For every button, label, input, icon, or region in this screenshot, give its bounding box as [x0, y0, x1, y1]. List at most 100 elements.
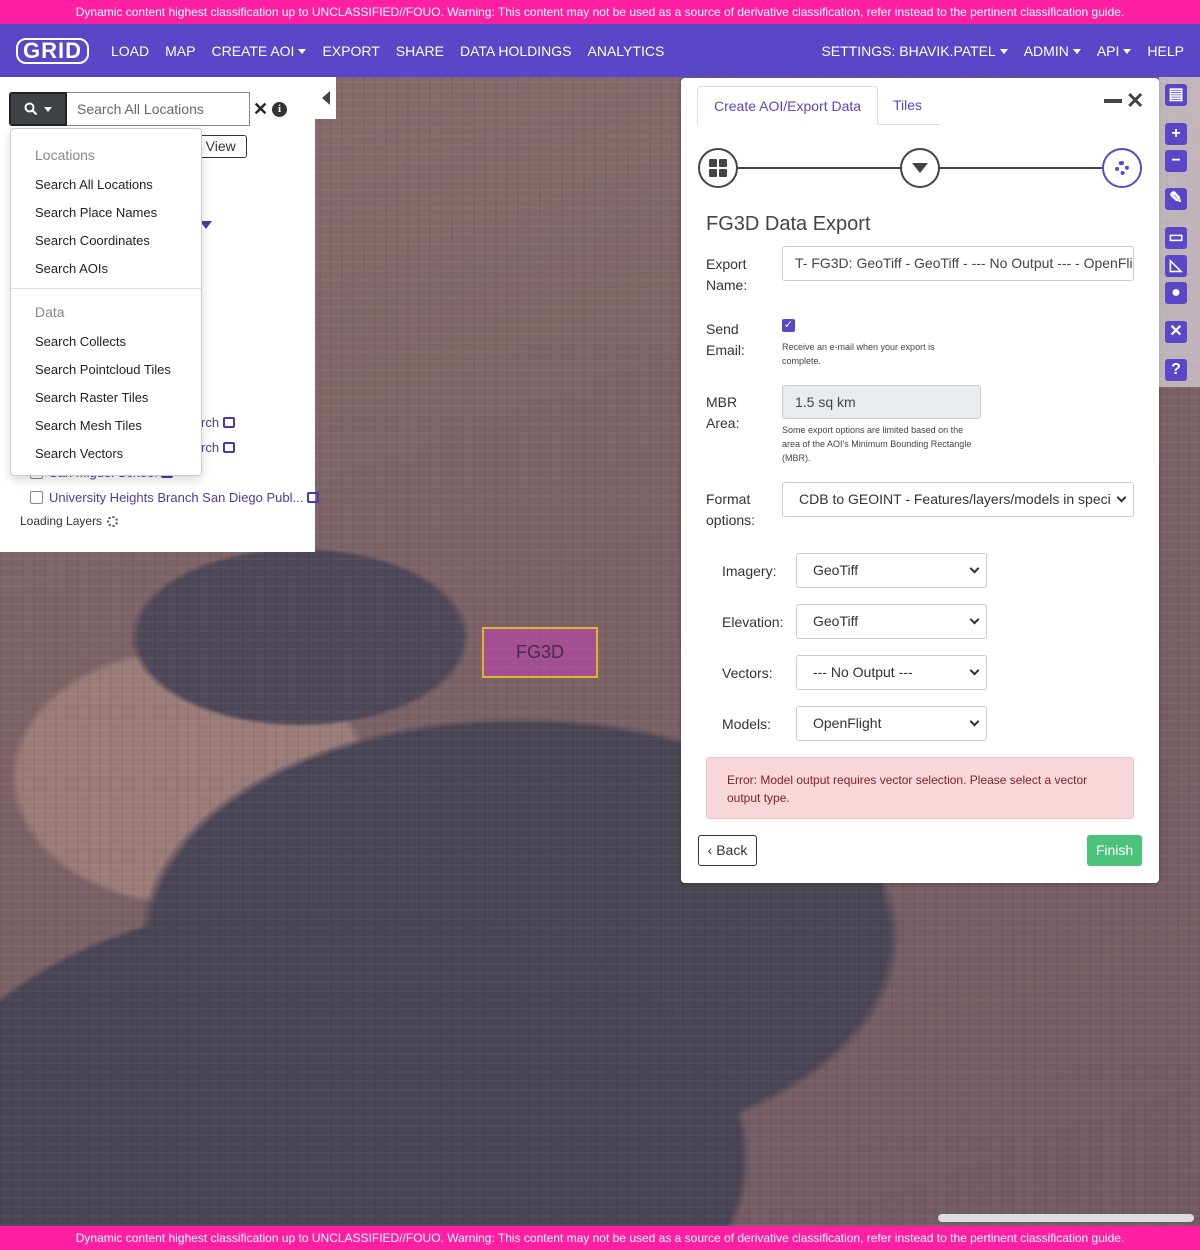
- nav-api-label: API: [1096, 42, 1120, 59]
- chevron-down-icon: [969, 614, 980, 625]
- dropdown-item[interactable]: Search Mesh Tiles: [35, 418, 142, 433]
- nav-export[interactable]: EXPORT: [322, 43, 379, 59]
- tab-tiles[interactable]: Tiles: [877, 86, 938, 125]
- layer-partial-2-label: rch: [201, 440, 220, 455]
- ruler-icon[interactable]: ▭: [1165, 227, 1187, 249]
- layer-checkbox[interactable]: [30, 491, 43, 504]
- export-name-input[interactable]: T- FG3D: GeoTiff - GeoTiff - --- No Outp…: [782, 246, 1134, 281]
- edit-icon[interactable]: ✎: [1165, 188, 1187, 210]
- dropdown-item[interactable]: Search Raster Tiles: [35, 390, 148, 405]
- horizontal-scrollbar[interactable]: [938, 1214, 1194, 1222]
- format-options-select[interactable]: CDB to GEOINT - Features/layers/models i…: [782, 482, 1134, 517]
- imagery-label: Imagery:: [722, 563, 777, 579]
- models-select[interactable]: OpenFlight: [796, 706, 987, 741]
- nav-api[interactable]: API: [1097, 43, 1132, 59]
- close-icon[interactable]: ✕: [1165, 321, 1187, 343]
- models-value: OpenFlight: [813, 715, 882, 731]
- dropdown-item[interactable]: Search AOIs: [35, 261, 108, 276]
- vectors-label: Vectors:: [722, 665, 773, 681]
- send-email-label: Send Email:: [706, 321, 745, 358]
- collapse-panel-button[interactable]: [315, 77, 336, 119]
- search-input[interactable]: [67, 92, 250, 126]
- stepper-line: [738, 167, 900, 169]
- info-icon[interactable]: i: [272, 102, 287, 117]
- filter-icon: [912, 163, 928, 173]
- layer-partial-1-label: rch: [201, 415, 220, 430]
- dropdown-item[interactable]: Search Vectors: [35, 446, 123, 461]
- dropdown-divider: [11, 288, 201, 289]
- external-link-icon: [307, 492, 320, 503]
- grid-logo[interactable]: GRID: [16, 37, 89, 64]
- layer-label: University Heights Branch San Diego Publ…: [49, 490, 304, 505]
- search-type-button[interactable]: [9, 92, 67, 126]
- finish-button[interactable]: Finish: [1087, 835, 1142, 866]
- right-toolbar: ▤ + − ✎ ▭ ◺ ● ✕ ?: [1159, 77, 1200, 387]
- chevron-down-icon: [969, 563, 980, 574]
- classification-banner-bottom: Dynamic content highest classification u…: [0, 1226, 1200, 1250]
- layer-partial-1[interactable]: rch: [201, 415, 236, 430]
- elevation-value: GeoTiff: [813, 613, 859, 629]
- dropdown-header-locations: Locations: [35, 147, 95, 163]
- back-button[interactable]: ‹ Back: [698, 835, 757, 866]
- nav-analytics[interactable]: ANALYTICS: [588, 43, 665, 59]
- nav-map[interactable]: MAP: [165, 43, 195, 59]
- nav-admin[interactable]: ADMIN: [1024, 43, 1081, 59]
- search-type-dropdown: Locations Search All Locations Search Pl…: [10, 128, 202, 476]
- location-pin-icon[interactable]: ●: [1165, 282, 1187, 304]
- nav-create-aoi-label: CREATE AOI: [211, 42, 295, 59]
- tab-create-aoi-export[interactable]: Create AOI/Export Data: [697, 86, 879, 125]
- step-filter[interactable]: [900, 148, 940, 188]
- zoom-in-icon[interactable]: +: [1165, 123, 1187, 145]
- nav-data-holdings[interactable]: DATA HOLDINGS: [460, 43, 572, 59]
- send-email-help: Receive an e-mail when your export is co…: [782, 342, 935, 366]
- elevation-select[interactable]: GeoTiff: [796, 604, 987, 639]
- triangle-left-icon: [321, 91, 330, 105]
- map-icon[interactable]: ▤: [1165, 84, 1187, 106]
- vectors-select[interactable]: --- No Output ---: [796, 655, 987, 690]
- mbr-help: Some export options are limited based on…: [782, 425, 972, 463]
- imagery-select[interactable]: GeoTiff: [796, 553, 987, 588]
- caret-down-icon: [44, 106, 52, 112]
- search-group: [9, 92, 250, 126]
- dropdown-item[interactable]: Search All Locations: [35, 177, 153, 192]
- dropdown-item[interactable]: Search Collects: [35, 334, 126, 349]
- step-aoi[interactable]: [698, 148, 738, 188]
- send-email-checkbox[interactable]: ✓: [782, 319, 795, 332]
- minimize-icon[interactable]: [1104, 99, 1122, 103]
- chevron-left-icon: ‹: [707, 842, 713, 858]
- nav-load[interactable]: LOAD: [111, 43, 149, 59]
- caret-down-icon: [1072, 49, 1081, 55]
- dropdown-item[interactable]: Search Place Names: [35, 205, 157, 220]
- external-link-icon: [223, 442, 236, 453]
- top-navbar: GRID LOAD MAP CREATE AOI EXPORT SHARE DA…: [0, 24, 1200, 77]
- form-title: FG3D Data Export: [706, 213, 871, 235]
- nav-share[interactable]: SHARE: [396, 43, 444, 59]
- clear-search-icon[interactable]: ✕: [253, 100, 268, 118]
- stepper-line: [940, 167, 1102, 169]
- nav-admin-label: ADMIN: [1023, 42, 1069, 59]
- layer-row[interactable]: University Heights Branch San Diego Publ…: [30, 490, 320, 505]
- nav-create-aoi[interactable]: CREATE AOI: [211, 42, 307, 59]
- nav-settings[interactable]: SETTINGS: BHAVIK.PATEL: [821, 43, 1008, 59]
- nav-help[interactable]: HELP: [1147, 43, 1184, 59]
- aoi-rectangle[interactable]: FG3D: [482, 627, 598, 678]
- grid-icon: [709, 159, 727, 177]
- gear-icon: [1115, 161, 1129, 175]
- area-measure-icon[interactable]: ◺: [1165, 255, 1187, 277]
- models-label: Models:: [722, 716, 772, 732]
- dropdown-item[interactable]: Search Pointcloud Tiles: [35, 362, 171, 377]
- export-panel: Create AOI/Export Data Tiles ✕ FG3D Data…: [681, 78, 1159, 883]
- classification-banner-top: Dynamic content highest classification u…: [0, 0, 1200, 24]
- caret-down-icon: [999, 49, 1008, 55]
- search-icon: [24, 102, 38, 116]
- zoom-out-icon[interactable]: −: [1165, 150, 1187, 172]
- chevron-down-icon: [1116, 492, 1127, 503]
- step-settings[interactable]: [1102, 148, 1142, 188]
- dropdown-item[interactable]: Search Coordinates: [35, 233, 150, 248]
- close-panel-icon[interactable]: ✕: [1126, 90, 1144, 112]
- layer-partial-2[interactable]: rch: [201, 440, 236, 455]
- error-alert: Error: Model output requires vector sele…: [706, 757, 1134, 819]
- help-icon[interactable]: ?: [1165, 359, 1187, 381]
- loading-label: Loading Layers: [20, 514, 103, 528]
- export-name-label: Export Name:: [706, 256, 748, 293]
